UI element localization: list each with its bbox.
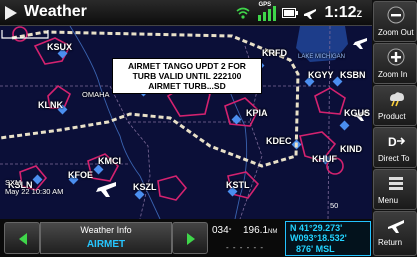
airmet-popup-line: AIRMET TURB...SD <box>148 81 226 91</box>
zoom-in-button[interactable]: Zoom In <box>373 43 417 84</box>
return-icon <box>388 220 404 233</box>
airport-label: KMCI <box>98 156 121 166</box>
distance-readout: 196.1NM <box>243 225 278 236</box>
airport-label: KDEC <box>266 136 292 146</box>
zoom-out-icon <box>387 6 405 24</box>
airport-label: KFOE <box>68 170 94 180</box>
ownship-aircraft <box>96 182 116 197</box>
bottom-bar: Weather Info AIRMET 034° 196.1NM - - - -… <box>0 219 372 257</box>
airport-label: KGUS <box>344 108 371 118</box>
page-title: Weather <box>24 3 87 20</box>
airport-label: KSTL <box>226 180 250 190</box>
product-icon <box>390 92 404 107</box>
map-scale-icon <box>1 30 49 39</box>
menu-button[interactable]: Menu <box>373 169 417 210</box>
airport-label: KPIA <box>246 108 268 118</box>
latitude: N 41°29.273' <box>290 223 343 233</box>
svg-text:D: D <box>388 135 397 149</box>
wifi-icon <box>236 7 250 19</box>
product-button[interactable]: Product <box>373 85 417 126</box>
gps-status-icon: GPS <box>255 2 277 24</box>
direct-to-button[interactable]: D Direct To <box>373 127 417 168</box>
aircraft-status-icon <box>304 9 317 19</box>
weather-info-value: AIRMET <box>86 239 126 250</box>
track-readout: 034° <box>212 225 232 236</box>
airport-label: KSZL <box>133 182 157 192</box>
menu-icon <box>389 177 403 190</box>
weather-map[interactable]: KSUX KRFD LAKE MICHIGAN KGYY KSBN OMAHA … <box>0 26 372 219</box>
soft-key-column: Zoom Out Zoom In Product D Direct To Men… <box>372 0 417 257</box>
clock: 1:12Z <box>324 4 362 21</box>
direct-to-icon: D <box>388 135 406 149</box>
weather-info-title: Weather Info <box>80 225 132 235</box>
airport-label: KSBN <box>340 70 366 80</box>
previous-product-button[interactable] <box>4 222 40 254</box>
weather-info-selector[interactable]: Weather Info AIRMET <box>40 222 172 254</box>
status-bar: Weather GPS 1:12Z <box>0 0 372 26</box>
airmet-boundary <box>0 30 300 168</box>
zoom-out-button[interactable]: Zoom Out <box>373 1 417 42</box>
sxm-timestamp: SXM May 22 10:30 AM <box>5 178 64 196</box>
chevron-right-icon <box>187 233 195 245</box>
empty-field-dashes: - - - - - - <box>226 243 265 252</box>
airport-label: KHUF <box>312 154 337 164</box>
airport-label: KLNK <box>38 100 63 110</box>
airmet-popup-line: AIRMET TANGO UPDT 2 FOR <box>128 61 246 71</box>
status-icons: GPS 1:12Z <box>236 2 362 24</box>
airport-label: KRFD <box>262 48 287 58</box>
battery-icon <box>282 8 299 18</box>
lake-label: LAKE MICHIGAN <box>298 54 346 60</box>
next-product-button[interactable] <box>172 222 208 254</box>
airport-label: KSUX <box>47 42 73 52</box>
altitude: 876' MSL <box>296 244 335 254</box>
zoom-in-icon <box>387 48 405 66</box>
longitude: W093°18.532' <box>290 233 347 243</box>
return-button[interactable]: Return <box>373 211 417 256</box>
traffic-aircraft <box>353 38 367 49</box>
city-label: OMAHA <box>82 90 110 99</box>
back-arrow-icon[interactable] <box>2 3 20 23</box>
airport-label: KGYY <box>308 70 334 80</box>
airmet-popup-line: TURB VALID UNTIL 222100 <box>132 71 242 81</box>
airport-label: KIND <box>340 144 362 154</box>
map-scale-label: 50 <box>330 201 339 210</box>
position-readout[interactable]: N 41°29.273' W093°18.532' 876' MSL <box>285 221 371 256</box>
chevron-left-icon <box>19 233 27 245</box>
airmet-popup[interactable]: AIRMET TANGO UPDT 2 FOR TURB VALID UNTIL… <box>112 58 262 94</box>
